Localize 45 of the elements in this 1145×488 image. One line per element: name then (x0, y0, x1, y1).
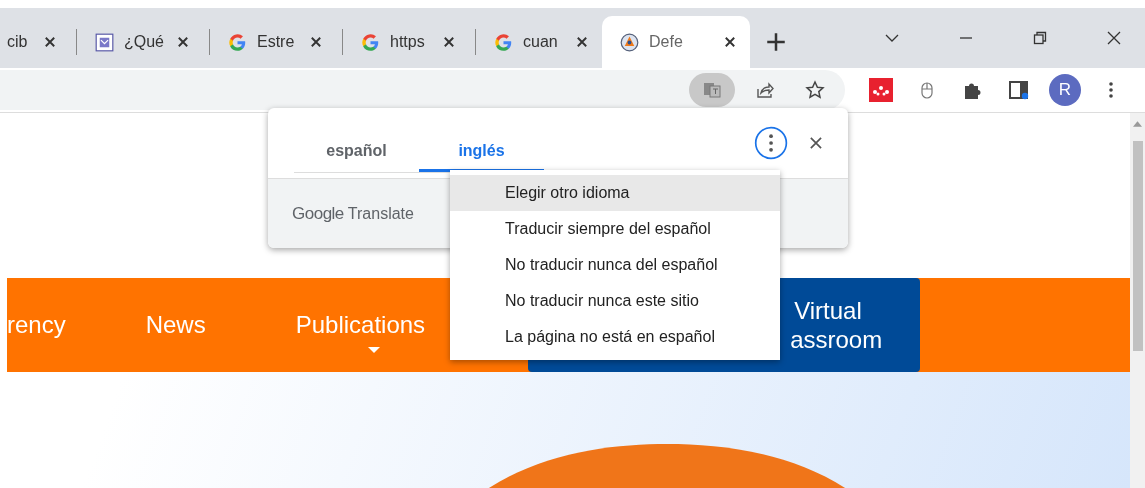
star-icon (805, 80, 825, 100)
browser-tab[interactable]: ¿Qué (83, 16, 203, 68)
menu-item[interactable]: La página no está en español (450, 319, 780, 355)
extension-icon[interactable] (869, 78, 893, 102)
tab-title: https (390, 33, 426, 51)
close-icon[interactable] (310, 36, 322, 48)
tab-title: Estre (257, 33, 296, 51)
translate-icon (702, 80, 722, 100)
scrollbar[interactable] (1130, 113, 1145, 488)
translate-button[interactable] (689, 73, 735, 107)
browser-tab[interactable]: Defe (602, 16, 750, 68)
close-icon[interactable] (177, 36, 189, 48)
browser-tab[interactable]: cib (0, 16, 70, 68)
menu-item[interactable]: Elegir otro idioma (450, 175, 780, 211)
app-icon (95, 32, 114, 52)
google-icon (228, 32, 247, 52)
close-icon[interactable] (724, 36, 736, 48)
browser-tab[interactable]: https (349, 16, 469, 68)
new-tab-icon[interactable] (766, 32, 786, 52)
side-panel-icon[interactable] (1007, 78, 1031, 102)
share-icon (755, 80, 775, 100)
caret-icon (367, 347, 380, 353)
close-icon[interactable] (443, 36, 455, 48)
menu-item[interactable]: No traducir nunca del español (450, 247, 780, 283)
close-icon[interactable] (810, 136, 822, 150)
close-icon[interactable] (576, 36, 588, 48)
profile-avatar[interactable]: R (1049, 74, 1081, 106)
menu-icon[interactable] (1108, 80, 1114, 100)
product-name: Translate (347, 204, 414, 223)
google-icon (494, 32, 513, 52)
menu-item[interactable]: No traducir nunca este sitio (450, 283, 780, 319)
close-icon[interactable] (1106, 30, 1122, 46)
google-icon (361, 32, 380, 52)
tab-title: cuan (523, 33, 559, 51)
menu-item[interactable]: Traducir siempre del español (450, 211, 780, 247)
tab-title: cib (7, 33, 29, 51)
close-icon[interactable] (44, 36, 56, 48)
browser-tab[interactable]: Estre (216, 16, 336, 68)
tab-title: ¿Qué (124, 33, 165, 51)
restore-icon[interactable] (1032, 30, 1048, 46)
google-logo: Google (292, 203, 344, 224)
language-tab[interactable]: español (294, 133, 419, 172)
emblem-icon (620, 32, 639, 52)
tab-title: Defe (649, 33, 684, 51)
browser-tab[interactable]: cuan (482, 16, 602, 68)
